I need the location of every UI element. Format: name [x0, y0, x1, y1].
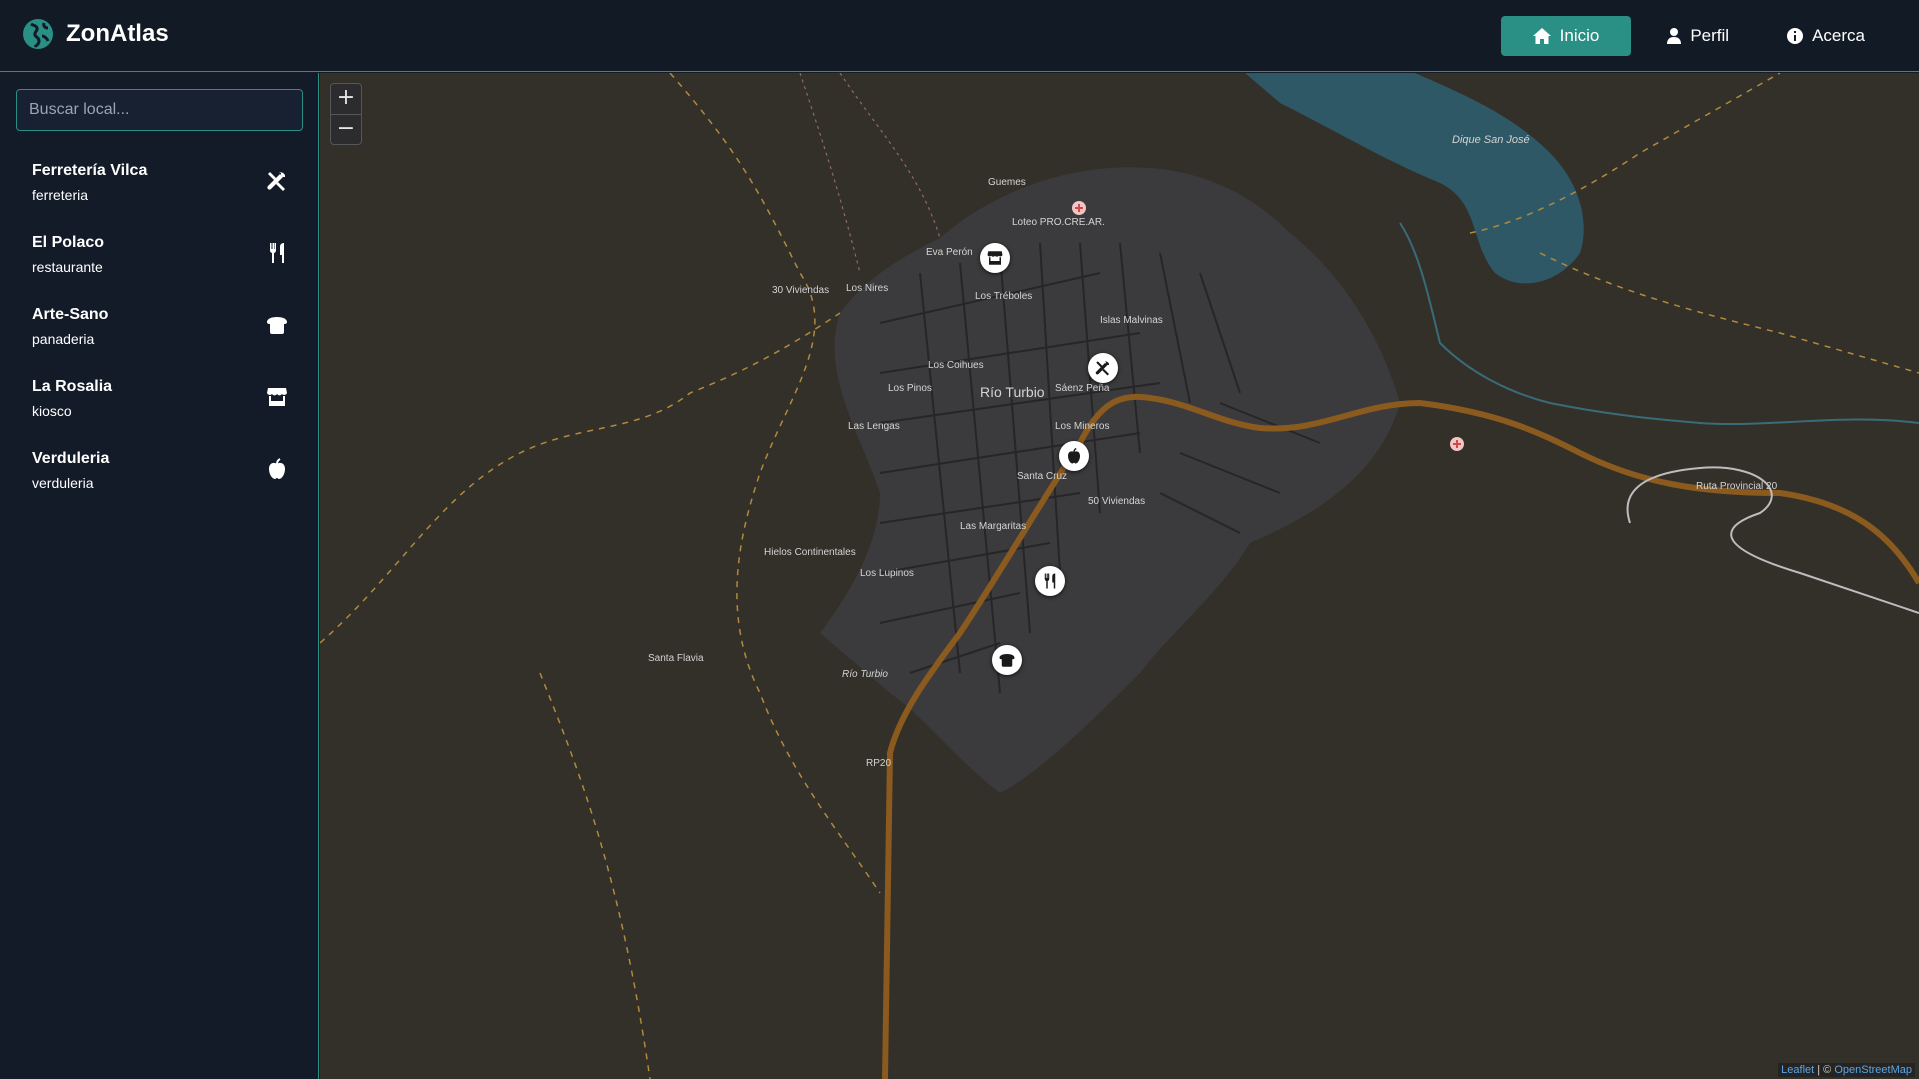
list-item[interactable]: Arte-Sano panaderia [0, 291, 319, 363]
globe-icon [23, 19, 53, 49]
leaflet-link[interactable]: Leaflet [1781, 1064, 1814, 1076]
nav-home-label: Inicio [1559, 26, 1600, 45]
place-category: restaurante [32, 259, 103, 275]
list-item[interactable]: El Polaco restaurante [0, 219, 319, 291]
place-name: Verduleria [32, 450, 110, 467]
utensils-icon [1044, 573, 1056, 589]
map-label-viviendas30: 30 Viviendas [772, 285, 829, 296]
zoom-out-button[interactable]: − [331, 114, 361, 144]
map-label-santacruz: Santa Cruz [1017, 471, 1067, 482]
city-area [820, 167, 1400, 793]
map-label-loteo: Loteo PRO.CRE.AR. [1012, 217, 1105, 228]
user-icon [1667, 28, 1682, 44]
bread-icon [267, 317, 287, 334]
hospital-icon [1450, 437, 1464, 451]
place-name: La Rosalia [32, 378, 113, 395]
map-label-lengas: Las Lengas [848, 421, 900, 432]
list-item[interactable]: La Rosalia kiosco [0, 363, 319, 435]
river [1399, 222, 1919, 426]
tools-icon [1095, 361, 1110, 376]
tools-icon [267, 172, 286, 191]
nav-profile-label: Perfil [1690, 26, 1730, 45]
sidebar: Ferretería Vilca ferreteria El Polaco re… [0, 73, 319, 1079]
marker-kiosco[interactable] [980, 243, 1010, 273]
brand[interactable]: ZonAtlas [22, 18, 169, 50]
map-label-viviendas50: 50 Viviendas [1088, 496, 1145, 507]
map-label-pinos: Los Pinos [888, 383, 932, 394]
map-label-malvinas: Islas Malvinas [1100, 315, 1163, 326]
map-label-guemes: Guemes [988, 177, 1026, 188]
marker-restaurante[interactable] [1035, 566, 1065, 596]
marker-ferreteria[interactable] [1088, 353, 1118, 383]
home-icon [1532, 28, 1551, 44]
list-item[interactable]: Ferretería Vilca ferreteria [0, 147, 319, 219]
map-label-city: Río Turbio [980, 384, 1045, 400]
place-name: Arte-Sano [32, 306, 109, 323]
map-label-saenz: Sáenz Peña [1055, 383, 1110, 394]
store-icon [267, 388, 287, 406]
map-label-eva: Eva Perón [926, 247, 973, 258]
map-label-rp20: RP20 [866, 758, 891, 769]
list-item[interactable]: Verduleria verduleria [0, 435, 319, 507]
marker-verduleria[interactable] [1059, 441, 1089, 471]
nav-profile-button[interactable]: Perfil [1645, 16, 1751, 56]
attribution-separator: | © [1814, 1064, 1835, 1076]
place-category: verduleria [32, 475, 94, 491]
nav-about-button[interactable]: Acerca [1765, 16, 1887, 56]
apple-icon [269, 458, 285, 479]
search-input[interactable] [16, 89, 303, 131]
main-nav: Inicio Perfil Acerca [1487, 16, 1887, 56]
place-name: El Polaco [32, 234, 105, 251]
admin-boundaries-2 [799, 73, 941, 274]
nav-about-label: Acerca [1812, 26, 1865, 45]
hospital-icon [1072, 201, 1086, 215]
nav-home-button[interactable]: Inicio [1500, 16, 1632, 56]
map-label-coihues: Los Coihues [928, 360, 984, 371]
map-label-hielos: Hielos Continentales [764, 547, 856, 558]
map-label-treboles: Los Tréboles [975, 291, 1032, 302]
places-list: Ferretería Vilca ferreteria El Polaco re… [0, 147, 319, 507]
map-view[interactable]: Río Turbio Dique San José Ruta Provincia… [320, 73, 1919, 1079]
place-name: Ferretería Vilca [32, 162, 148, 179]
store-icon [987, 251, 1003, 265]
info-icon [1787, 28, 1804, 44]
map-label-mineros: Los Mineros [1055, 421, 1109, 432]
top-navbar: ZonAtlas Inicio Perfil Acerca [0, 0, 1919, 72]
apple-icon [1068, 447, 1080, 464]
zoom-in-button[interactable]: + [331, 84, 361, 114]
place-category: kiosco [32, 403, 72, 419]
map-tiles[interactable]: Río Turbio Dique San José Ruta Provincia… [320, 73, 1919, 1079]
zoom-control: + − [330, 83, 362, 145]
map-label-lupinos: Los Lupinos [860, 568, 914, 579]
map-label-river: Río Turbio [842, 669, 888, 680]
marker-panaderia[interactable] [992, 645, 1022, 675]
utensils-icon [269, 243, 284, 263]
map-attribution: Leaflet | © OpenStreetMap [1778, 1063, 1915, 1077]
map-label-dam: Dique San José [1452, 134, 1530, 146]
place-category: ferreteria [32, 187, 89, 203]
map-label-route: Ruta Provincial 20 [1696, 481, 1778, 492]
map-label-margaritas: Las Margaritas [960, 521, 1026, 532]
osm-link[interactable]: OpenStreetMap [1834, 1064, 1912, 1076]
bread-icon [999, 654, 1015, 667]
place-category: panaderia [32, 331, 95, 347]
map-label-nires: Los Nires [846, 283, 888, 294]
app-name: ZonAtlas [66, 20, 169, 47]
map-label-flavia: Santa Flavia [648, 653, 704, 664]
